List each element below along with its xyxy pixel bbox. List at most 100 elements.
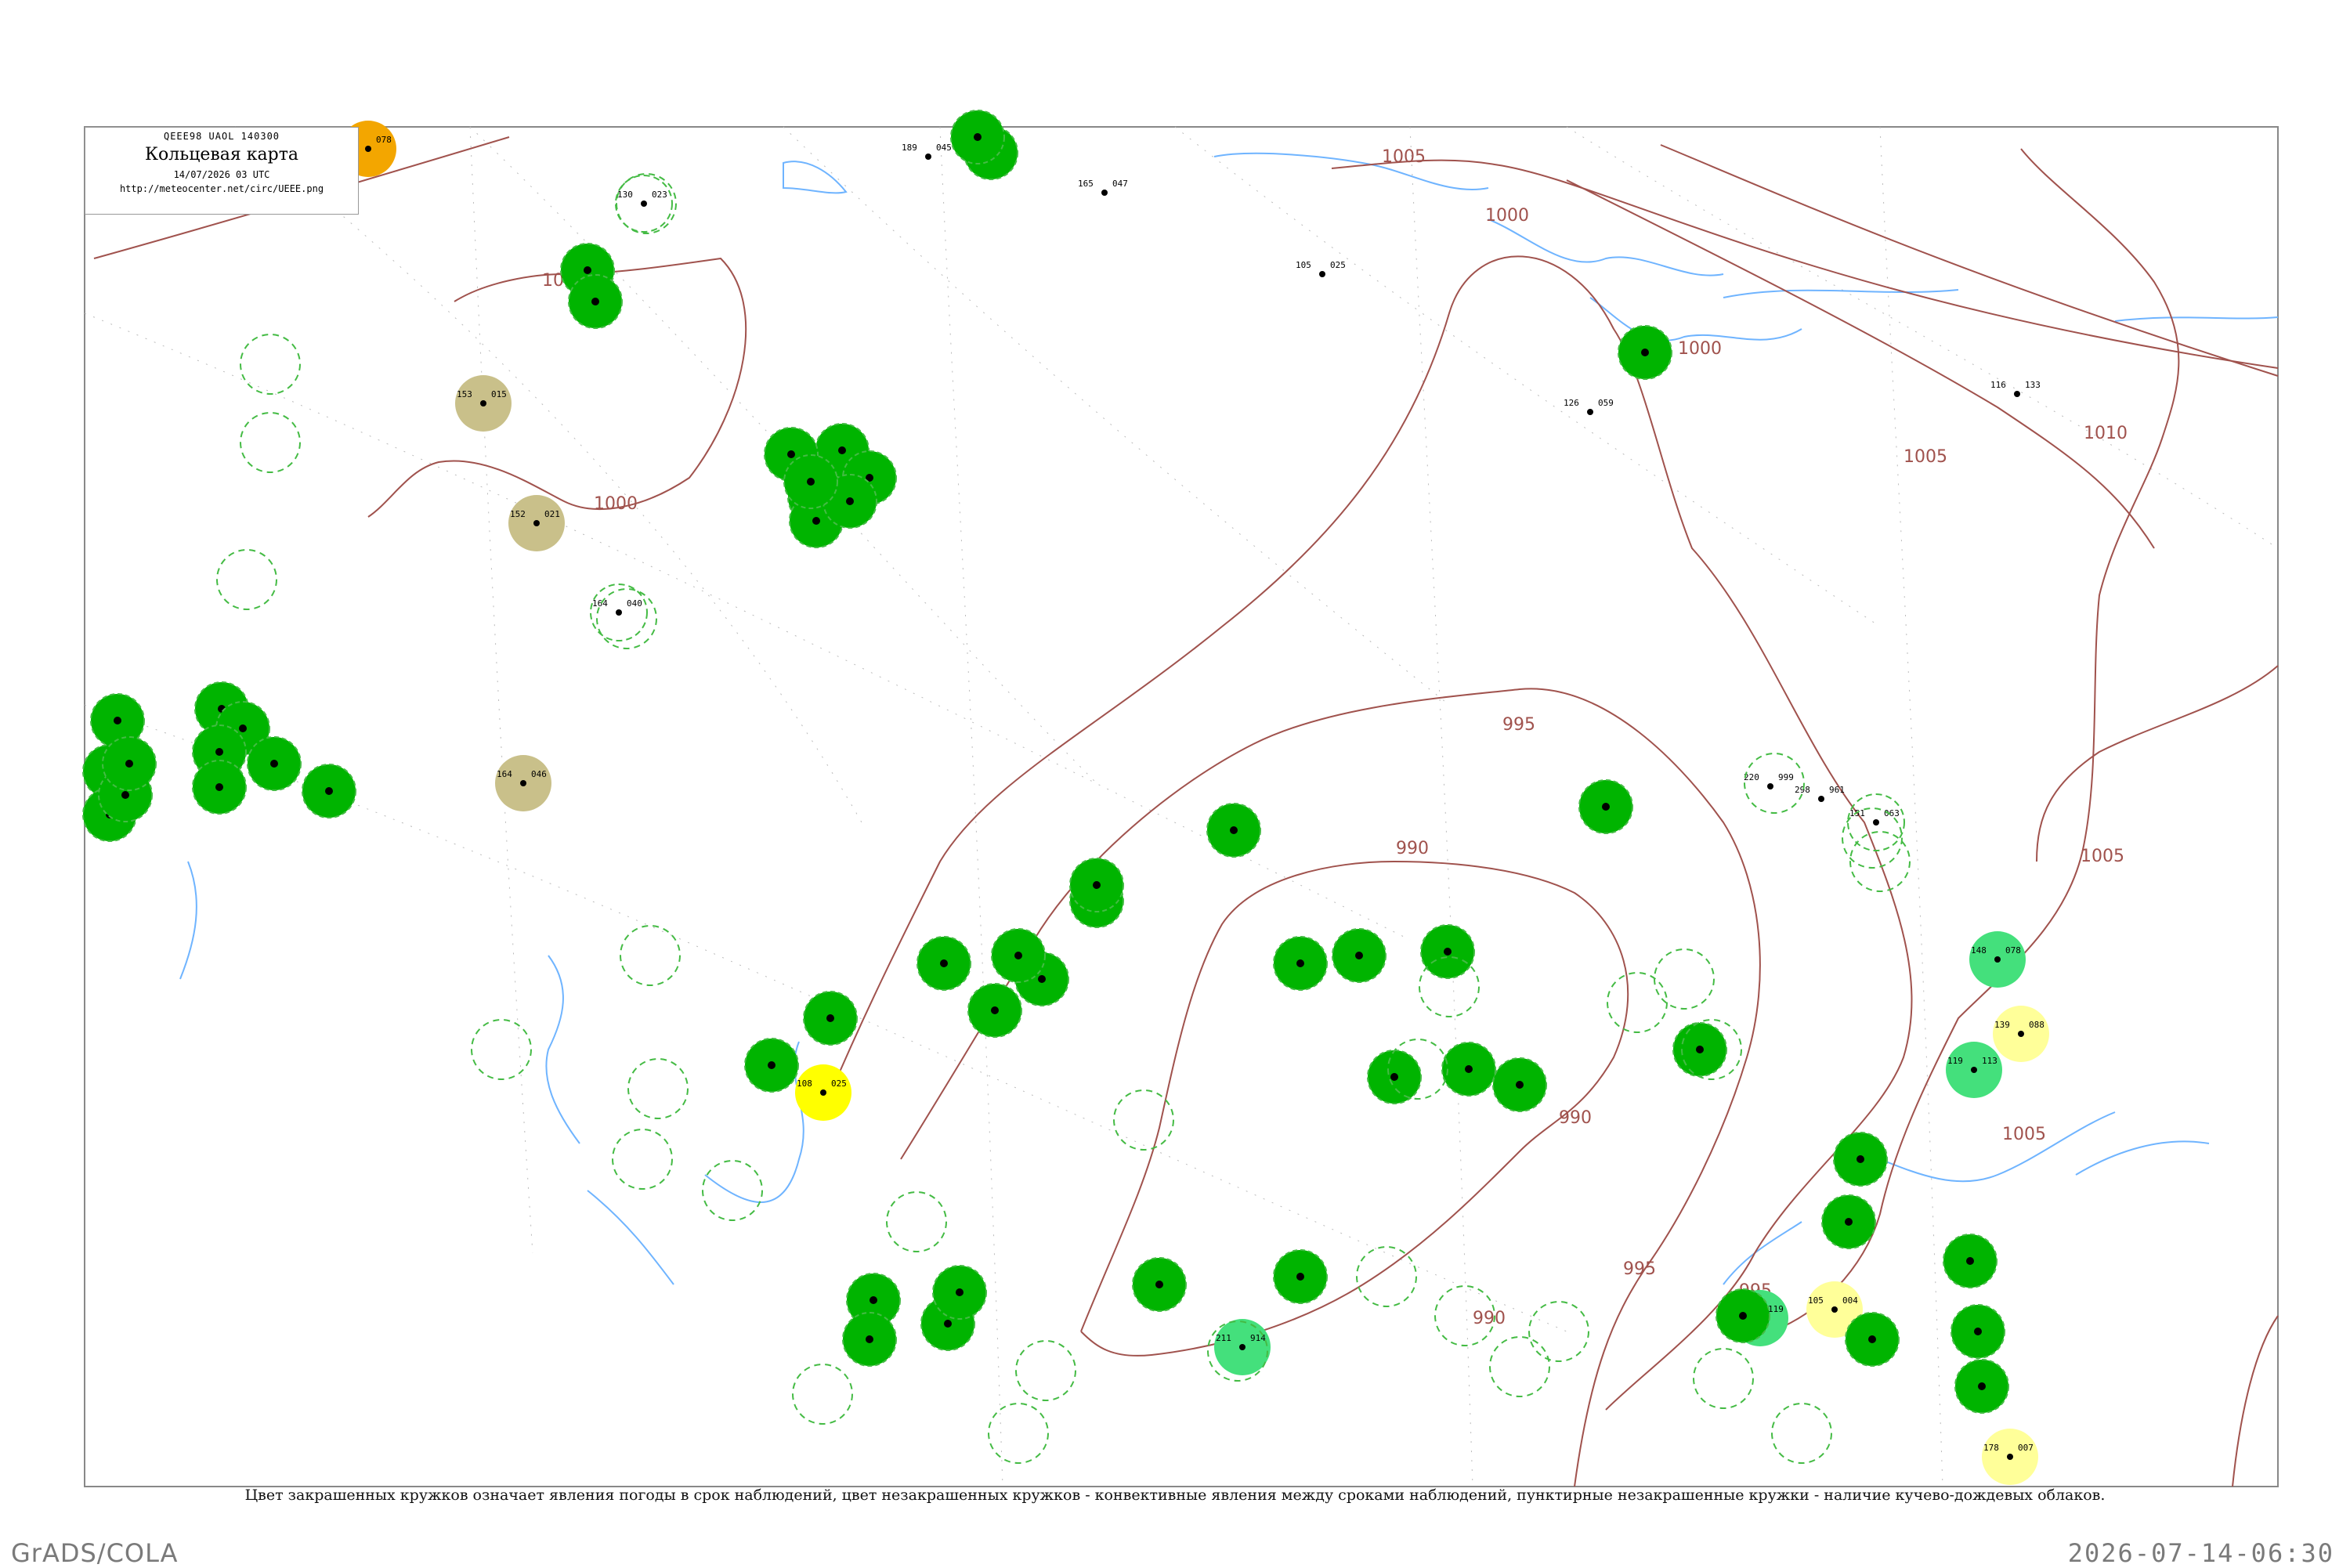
station-marker xyxy=(1602,803,1610,811)
station-plot: 961 298 xyxy=(1795,785,1845,802)
station-temperature: 139 xyxy=(1994,1020,2010,1030)
station-pressure: 078 xyxy=(376,135,392,145)
station-marker xyxy=(1978,1382,1986,1390)
station-plot: 059 126 xyxy=(1564,398,1614,415)
station-marker xyxy=(1818,796,1824,802)
map-url[interactable]: http://meteocenter.net/circ/UEEE.png xyxy=(85,183,358,194)
station-marker xyxy=(121,791,129,799)
station-marker xyxy=(807,478,815,486)
station-temperature: 298 xyxy=(1795,785,1810,795)
station-marker xyxy=(215,748,223,756)
station-marker xyxy=(826,1014,834,1022)
station-marker xyxy=(239,724,247,732)
station-marker xyxy=(270,760,278,768)
cumulonimbus-ring xyxy=(886,1191,947,1252)
station-temperature: 126 xyxy=(1564,398,1579,408)
station-pressure: 113 xyxy=(1982,1056,1998,1066)
cumulonimbus-ring xyxy=(1693,1348,1754,1409)
station-marker xyxy=(925,154,931,160)
station-marker xyxy=(1845,1218,1853,1226)
isobar-label: 990 xyxy=(1559,1108,1592,1128)
water-features xyxy=(179,152,2279,1285)
isobar-label: 995 xyxy=(1502,715,1535,735)
station-marker xyxy=(325,787,333,795)
station-marker xyxy=(1856,1155,1864,1163)
station-marker xyxy=(2018,1031,2024,1037)
station-plot: 015 153 xyxy=(455,375,512,432)
cumulonimbus-ring xyxy=(1744,753,1805,814)
station-pressure: 045 xyxy=(936,143,952,153)
isobar-label: 1005 xyxy=(2081,847,2124,866)
station-plot: 045 189 xyxy=(902,143,952,160)
map-title: Кольцевая карта xyxy=(144,145,298,164)
map-caption: Цвет закрашенных кружков означает явлени… xyxy=(244,1487,2106,1504)
station-plot: 021 152 xyxy=(508,495,565,551)
cumulonimbus-ring xyxy=(1489,1336,1550,1397)
station-marker xyxy=(1641,349,1649,356)
station-pressure: 119 xyxy=(1768,1304,1784,1314)
weather-map: 1005 1000 1000 1000 1005 1010 995 990 990 995 1005… xyxy=(82,110,2279,1487)
software-credit: GrADS/COLA xyxy=(11,1538,179,1568)
station-marker xyxy=(1014,952,1022,959)
cumulonimbus-ring xyxy=(792,1364,853,1425)
cumulonimbus-ring xyxy=(702,1160,763,1221)
station-marker xyxy=(940,959,948,967)
station-pressure: 025 xyxy=(831,1078,847,1089)
station-pressure: 999 xyxy=(1778,772,1794,782)
station-marker xyxy=(584,266,591,274)
station-marker xyxy=(114,717,121,724)
station-marker xyxy=(870,1296,877,1304)
bulletin-code: QEEE98 UAOL 140300 xyxy=(163,131,280,142)
station-pressure: 047 xyxy=(1112,179,1128,189)
station-marker xyxy=(1390,1073,1398,1081)
isobar-label: 1000 xyxy=(1678,339,1722,359)
cumulonimbus-ring xyxy=(1607,972,1668,1033)
cumulonimbus-ring xyxy=(216,549,277,610)
station-marker xyxy=(956,1288,964,1296)
station-marker xyxy=(1868,1335,1876,1343)
station-pressure: 007 xyxy=(2018,1443,2034,1453)
station-pressure: 961 xyxy=(1829,785,1845,795)
station-marker xyxy=(974,133,982,141)
station-marker xyxy=(125,760,133,768)
station-pressure: 021 xyxy=(544,509,560,519)
station-plot: 999220 xyxy=(1744,772,1794,789)
station-temperature: 119 xyxy=(1947,1056,1963,1066)
station-marker xyxy=(1767,783,1773,789)
station-marker xyxy=(812,517,820,525)
station-temperature: 148 xyxy=(1971,945,1987,956)
station-pressure: 133 xyxy=(2025,380,2041,390)
station-marker xyxy=(1739,1312,1747,1320)
isobar-label: 1005 xyxy=(1382,147,1426,167)
station-marker xyxy=(1444,948,1452,956)
station-marker xyxy=(1230,826,1238,834)
station-marker xyxy=(616,609,622,616)
station-marker xyxy=(1239,1344,1246,1350)
station-plot: 133 116 xyxy=(1990,380,2041,397)
station-temperature: 105 xyxy=(1808,1295,1824,1306)
station-plot: 040 164 xyxy=(590,583,648,641)
station-marker xyxy=(2007,1454,2013,1460)
station-temperature: 164 xyxy=(497,769,512,779)
station-marker xyxy=(1038,975,1046,983)
station-marker xyxy=(480,400,486,406)
station-marker xyxy=(787,450,795,458)
station-marker xyxy=(641,201,647,207)
station-plot: 113 119 xyxy=(1946,1042,2002,1098)
station-marker xyxy=(2014,391,2020,397)
station-plot: 007 178 xyxy=(1982,1429,2038,1485)
station-marker xyxy=(591,298,599,305)
station-temperature: 164 xyxy=(592,598,608,609)
station-plot: 025 105 xyxy=(1296,260,1346,277)
station-temperature: 153 xyxy=(457,389,472,399)
station-pressure: 078 xyxy=(2005,945,2021,956)
station-temperature: 165 xyxy=(1078,179,1094,189)
station-temperature: 130 xyxy=(617,190,633,200)
cumulonimbus-ring xyxy=(1015,1340,1076,1401)
station-pressure: 046 xyxy=(531,769,547,779)
cumulonimbus-ring xyxy=(240,412,301,473)
station-marker xyxy=(866,1335,873,1343)
station-temperature: 105 xyxy=(1296,260,1311,270)
station-plot: 088 139 xyxy=(1993,1006,2049,1062)
station-marker xyxy=(1296,1273,1304,1281)
